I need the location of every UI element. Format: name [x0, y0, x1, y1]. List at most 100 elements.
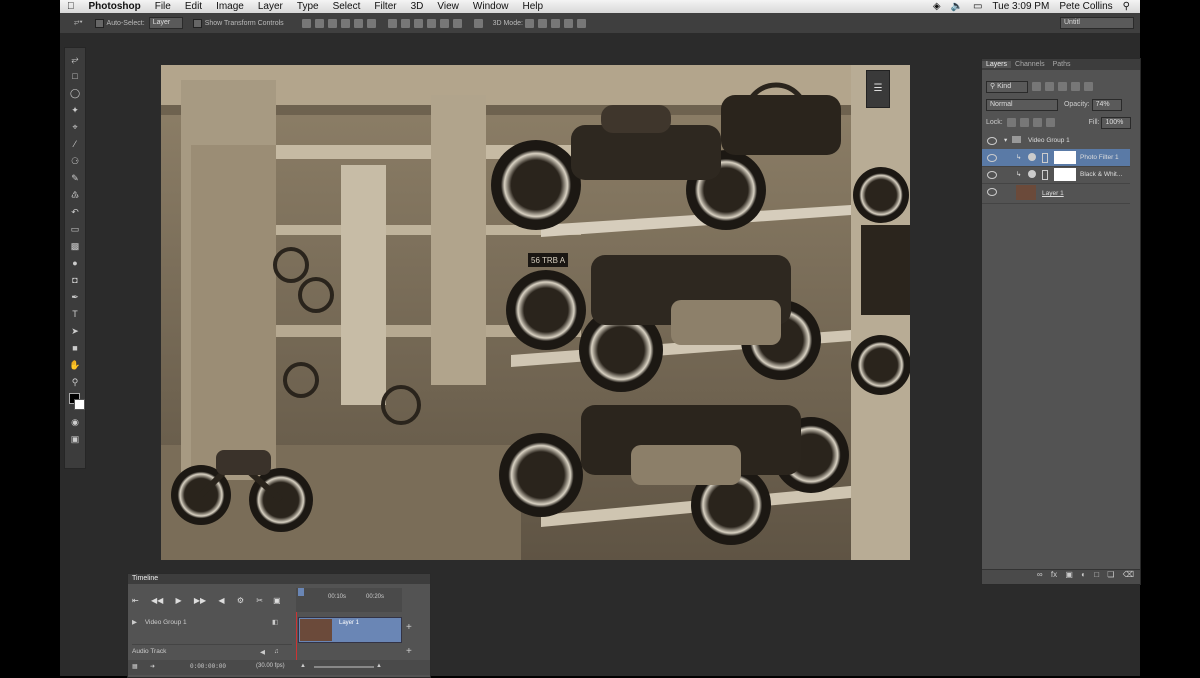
disclosure-triangle-icon[interactable]: ▾ — [1004, 136, 1007, 144]
tab-paths[interactable]: Paths — [1049, 61, 1075, 68]
visibility-eye-icon[interactable] — [987, 154, 997, 162]
hand-tool-icon[interactable]: ✋ — [69, 359, 81, 371]
move-tool-icon[interactable]: ⥂ — [69, 53, 81, 65]
add-mask-icon[interactable]: ▣ — [1065, 570, 1073, 579]
prev-frame-icon[interactable]: ◀◀ — [151, 596, 163, 605]
properties-mini-panel[interactable]: ☰ — [866, 70, 890, 108]
settings-gear-icon[interactable]: ⚙ — [237, 596, 244, 605]
visibility-eye-icon[interactable] — [987, 137, 997, 145]
new-group-icon[interactable]: □ — [1094, 570, 1099, 579]
audio-track-header[interactable]: Audio Track ◀ ♫ — [132, 648, 292, 656]
auto-select-checkbox[interactable] — [94, 18, 107, 28]
render-icon[interactable]: ➜ — [150, 663, 155, 670]
show-transform-checkbox[interactable] — [192, 18, 205, 28]
layer-row-photo-filter[interactable]: ↳ Photo Filter 1 — [982, 149, 1130, 167]
trash-icon[interactable]: ⌫ — [1123, 570, 1134, 579]
screen-mode-icon[interactable]: ▣ — [69, 433, 81, 445]
audio-icon[interactable]: ◀ — [218, 596, 224, 605]
3d-mode-icons[interactable] — [523, 18, 588, 28]
zoom-out-icon[interactable]: ▲ — [300, 663, 306, 669]
zoom-tool-icon[interactable]: ⚲ — [69, 376, 81, 388]
wifi-icon[interactable]: ◈ — [933, 1, 941, 12]
battery-icon[interactable]: ▭ — [973, 1, 982, 12]
split-scissors-icon[interactable]: ✂ — [256, 596, 263, 605]
menu-edit[interactable]: Edit — [178, 1, 209, 12]
menu-file[interactable]: File — [148, 1, 178, 12]
blend-mode-dropdown[interactable]: Normal — [986, 99, 1058, 111]
auto-select-dropdown[interactable]: Layer — [148, 17, 183, 29]
layer-thumbnail[interactable] — [1016, 185, 1036, 200]
video-group-track-header[interactable]: ▶ Video Group 1 ◧ — [132, 618, 292, 645]
layer-mask-thumbnail[interactable] — [1054, 151, 1076, 164]
filter-icons[interactable] — [1030, 81, 1095, 91]
menu-image[interactable]: Image — [209, 1, 251, 12]
go-to-first-frame-icon[interactable]: ⇤ — [132, 596, 139, 605]
volume-icon[interactable]: 🔈 — [951, 1, 963, 12]
menu-type[interactable]: Type — [290, 1, 326, 12]
fill-field[interactable]: 100% — [1101, 117, 1132, 129]
video-clip[interactable]: Layer 1 — [298, 617, 402, 643]
adjustment-icon[interactable]: ◐ — [1081, 570, 1086, 579]
app-menu[interactable]: Photoshop — [82, 1, 148, 12]
apple-menu-icon[interactable]:  — [60, 1, 82, 12]
add-media-icon[interactable]: + — [406, 622, 412, 633]
play-icon[interactable]: ▶ — [175, 596, 181, 605]
dodge-tool-icon[interactable]: ◘ — [69, 274, 81, 286]
zoom-in-icon[interactable]: ▲ — [376, 663, 382, 669]
properties-panel-icon[interactable]: ☰ — [867, 83, 889, 94]
lock-icons[interactable] — [1005, 117, 1057, 127]
menu-window[interactable]: Window — [466, 1, 516, 12]
menu-filter[interactable]: Filter — [367, 1, 403, 12]
menu-3d[interactable]: 3D — [404, 1, 431, 12]
marquee-tool-icon[interactable]: □ — [69, 70, 81, 82]
clock[interactable]: Tue 3:09 PM — [992, 1, 1049, 12]
menu-help[interactable]: Help — [515, 1, 550, 12]
menu-view[interactable]: View — [430, 1, 466, 12]
tab-layers[interactable]: Layers — [982, 61, 1012, 68]
next-frame-icon[interactable]: ▶▶ — [194, 596, 206, 605]
layer-mask-thumbnail[interactable] — [1054, 168, 1076, 181]
menu-select[interactable]: Select — [326, 1, 368, 12]
layer-row-layer1[interactable]: Layer 1 — [982, 183, 1130, 204]
eyedropper-tool-icon[interactable]: ⁄ — [69, 138, 81, 150]
align-icons[interactable] — [300, 18, 485, 28]
brush-tool-icon[interactable]: ✎ — [69, 172, 81, 184]
add-audio-icon[interactable]: + — [406, 646, 412, 657]
time-ruler[interactable]: 00:10s 00:20s — [296, 588, 402, 612]
healing-brush-tool-icon[interactable]: ⚆ — [69, 155, 81, 167]
gradient-tool-icon[interactable]: ▩ — [69, 240, 81, 252]
new-layer-icon[interactable]: ❏ — [1107, 570, 1114, 579]
shape-tool-icon[interactable]: ■ — [69, 342, 81, 354]
filter-kind-dropdown[interactable]: ⚲ Kind — [986, 81, 1028, 93]
quick-mask-icon[interactable]: ◉ — [69, 416, 81, 428]
mute-icon[interactable]: ◀ — [260, 648, 265, 656]
playhead-icon[interactable] — [298, 588, 304, 596]
clone-stamp-tool-icon[interactable]: ♳ — [69, 189, 81, 201]
tab-channels[interactable]: Channels — [1011, 61, 1049, 68]
chain-link-icon[interactable] — [1042, 170, 1048, 180]
zoom-slider[interactable] — [314, 666, 374, 668]
crop-tool-icon[interactable]: ⌖ — [69, 121, 81, 133]
path-select-tool-icon[interactable]: ➤ — [69, 325, 81, 337]
blur-tool-icon[interactable]: ● — [69, 257, 81, 269]
menu-layer[interactable]: Layer — [251, 1, 290, 12]
eraser-tool-icon[interactable]: ▭ — [69, 223, 81, 235]
chain-link-icon[interactable] — [1042, 153, 1048, 163]
spotlight-search-icon[interactable]: ⚲ — [1123, 1, 1130, 12]
user-name[interactable]: Pete Collins — [1059, 1, 1112, 12]
expand-triangle-icon[interactable]: ▶ — [132, 619, 137, 626]
music-note-icon[interactable]: ♫ — [274, 648, 279, 655]
visibility-eye-icon[interactable] — [987, 188, 997, 196]
convert-frames-icon[interactable]: ▦ — [132, 663, 138, 670]
pen-tool-icon[interactable]: ✒ — [69, 291, 81, 303]
workspace-switcher[interactable]: Untitl — [1060, 17, 1134, 29]
transition-icon[interactable]: ▣ — [273, 596, 281, 605]
layer-row-black-white[interactable]: ↳ Black & Whit... — [982, 166, 1130, 184]
color-swatches-icon[interactable] — [69, 393, 85, 411]
layer-row-video-group[interactable]: ▾ Video Group 1 — [982, 132, 1130, 150]
history-brush-tool-icon[interactable]: ↶ — [69, 206, 81, 218]
opacity-field[interactable]: 74% — [1091, 99, 1122, 111]
visibility-eye-icon[interactable] — [987, 171, 997, 179]
fx-icon[interactable]: fx — [1051, 570, 1057, 579]
film-icon[interactable]: ◧ — [272, 618, 278, 626]
